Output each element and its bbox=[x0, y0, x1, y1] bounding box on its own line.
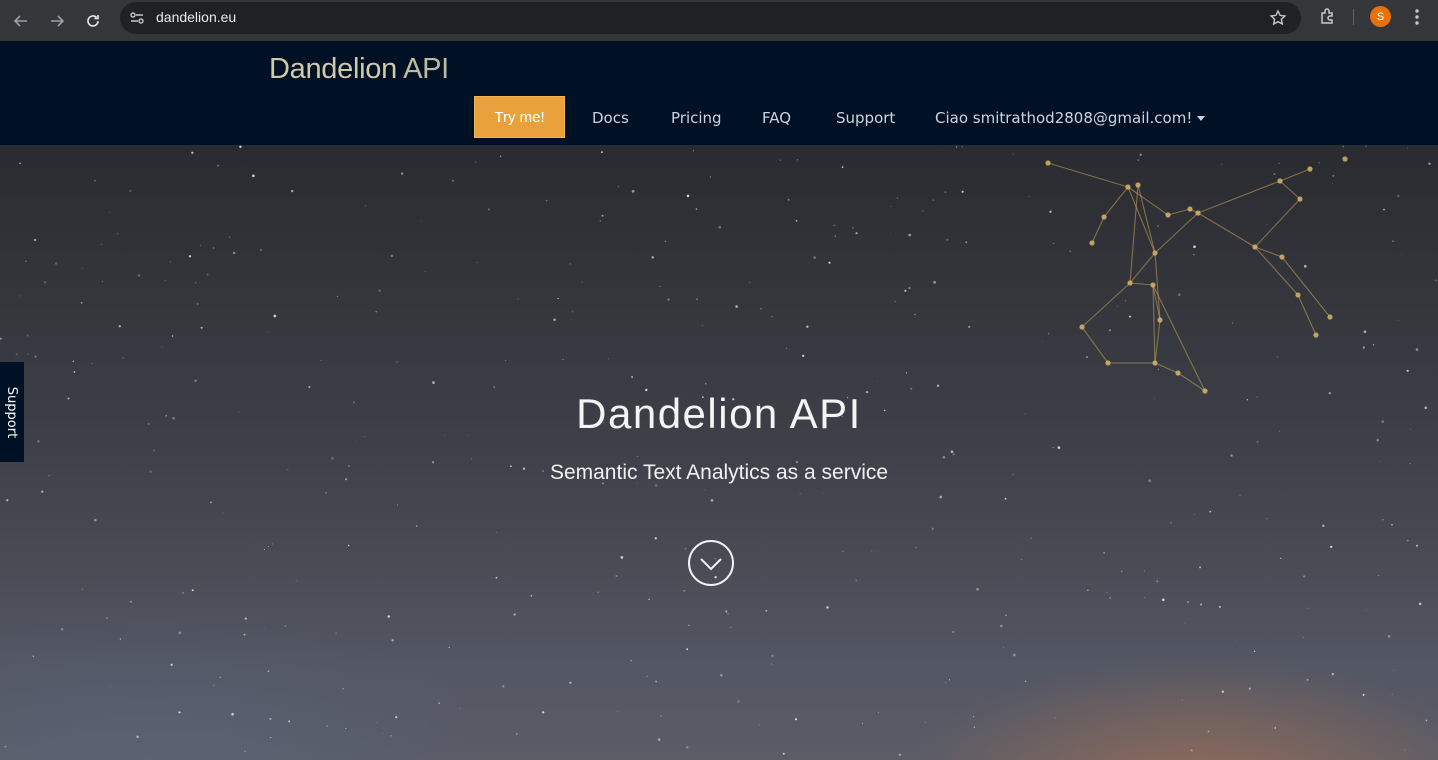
back-icon[interactable] bbox=[8, 8, 34, 34]
nav-docs[interactable]: Docs bbox=[592, 109, 629, 127]
profile-avatar[interactable]: S bbox=[1370, 6, 1391, 27]
brand-name: Dandelion bbox=[269, 53, 397, 85]
user-menu[interactable]: Ciao smitrathod2808@gmail.com! bbox=[935, 109, 1206, 127]
extensions-icon[interactable] bbox=[1318, 7, 1338, 27]
support-side-tab[interactable]: Support bbox=[0, 362, 24, 462]
chevron-down-icon bbox=[1197, 116, 1206, 121]
brand-api: API bbox=[396, 53, 449, 85]
forward-icon[interactable] bbox=[44, 8, 70, 34]
brand-logo[interactable]: Dandelion API bbox=[269, 53, 449, 86]
starfield-constellation-icon bbox=[0, 145, 1437, 760]
nav-faq[interactable]: FAQ bbox=[762, 109, 791, 127]
reload-icon[interactable] bbox=[80, 8, 106, 34]
browser-toolbar: dandelion.eu S bbox=[0, 0, 1438, 41]
chevron-down-icon bbox=[700, 558, 722, 571]
star-icon[interactable] bbox=[1269, 9, 1287, 27]
kebab-menu-icon[interactable] bbox=[1410, 7, 1424, 27]
try-me-button[interactable]: Try me! bbox=[474, 96, 565, 138]
site-info-icon[interactable] bbox=[128, 9, 146, 27]
address-bar[interactable]: dandelion.eu bbox=[120, 2, 1301, 34]
nav-support[interactable]: Support bbox=[836, 109, 895, 127]
toolbar-divider bbox=[1353, 9, 1354, 25]
hero-section: Dandelion API Semantic Text Analytics as… bbox=[0, 145, 1438, 760]
site-header: Dandelion API Try me! Docs Pricing FAQ S… bbox=[0, 41, 1438, 145]
user-greeting: Ciao smitrathod2808@gmail.com! bbox=[935, 109, 1193, 127]
nav-pricing[interactable]: Pricing bbox=[671, 109, 722, 127]
hero-title: Dandelion API bbox=[576, 390, 862, 437]
scroll-down-button[interactable] bbox=[688, 540, 734, 586]
url-text[interactable]: dandelion.eu bbox=[156, 9, 236, 25]
hero-subtitle: Semantic Text Analytics as a service bbox=[549, 461, 889, 484]
support-side-tab-label: Support bbox=[4, 386, 20, 438]
